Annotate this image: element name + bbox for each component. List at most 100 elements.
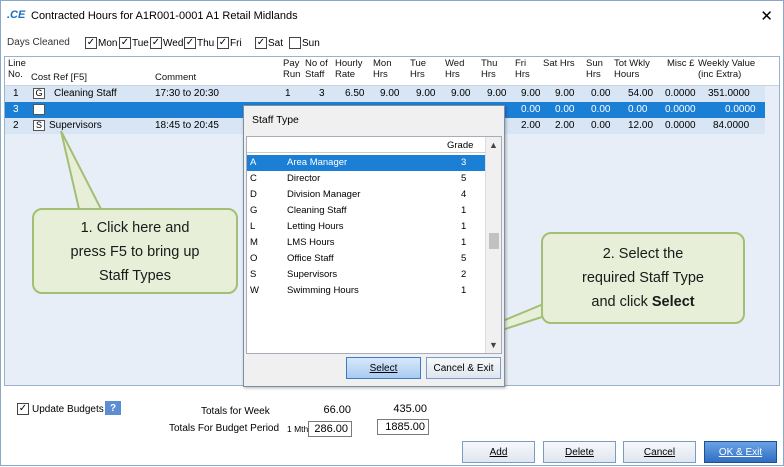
cell-code[interactable] xyxy=(33,104,45,118)
day-checkbox-wed[interactable]: Wed xyxy=(150,35,183,51)
scroll-down-icon[interactable]: ▼ xyxy=(489,340,498,350)
cell-code[interactable]: S xyxy=(33,120,45,131)
cell-misc[interactable]: 0.0000 xyxy=(665,88,696,99)
item-code: D xyxy=(250,189,257,200)
cancel-button[interactable]: Cancel xyxy=(623,441,696,463)
checkbox-icon[interactable] xyxy=(184,37,196,49)
update-budgets-checkbox[interactable]: Update Budgets xyxy=(17,403,104,415)
day-label: Wed xyxy=(163,37,184,49)
cell-tue[interactable]: 9.00 xyxy=(416,88,435,99)
cell-sun[interactable]: 0.00 xyxy=(591,104,610,115)
day-label: Mon xyxy=(98,37,118,49)
checkbox-icon[interactable] xyxy=(85,37,97,49)
scroll-thumb[interactable] xyxy=(489,233,499,249)
cell-sat[interactable]: 9.00 xyxy=(555,88,574,99)
cell-no-staff[interactable]: 3 xyxy=(319,88,325,99)
item-grade: 5 xyxy=(461,173,467,184)
cell-tot: 0.00 xyxy=(628,104,648,115)
cell-misc[interactable]: 0.0000 xyxy=(665,120,696,131)
grid-header: Line No. Cost Ref [F5] Comment Pay Run N… xyxy=(5,57,779,86)
callout-step-one: 1. Click here and press F5 to bring up S… xyxy=(32,208,238,294)
cell-line: 1 xyxy=(13,88,19,99)
list-item[interactable]: D Division Manager 4 xyxy=(247,187,485,203)
header-tot-wkly: Tot Wkly Hours xyxy=(614,58,650,80)
day-checkbox-mon[interactable]: Mon xyxy=(85,35,117,51)
select-button[interactable]: Select xyxy=(346,357,421,379)
list-item[interactable]: L Letting Hours 1 xyxy=(247,219,485,235)
contracted-hours-window: .CE Contracted Hours for A1R001-0001 A1 … xyxy=(0,0,784,466)
cost-ref-code-box[interactable] xyxy=(33,104,45,115)
cell-comment[interactable]: 18:45 to 20:45 xyxy=(155,120,219,131)
checkbox-icon[interactable] xyxy=(150,37,162,49)
item-name: Office Staff xyxy=(287,253,334,264)
close-icon[interactable]: ✕ xyxy=(760,7,773,25)
cost-ref-code-box[interactable]: G xyxy=(33,88,45,99)
checkbox-icon[interactable] xyxy=(17,403,29,415)
checkbox-icon[interactable] xyxy=(255,37,267,49)
cell-value: 84.0000 xyxy=(713,120,750,131)
budget-value-field[interactable]: 1885.00 xyxy=(377,419,429,435)
cell-misc[interactable]: 0.0000 xyxy=(665,104,696,115)
list-item[interactable]: M LMS Hours 1 xyxy=(247,235,485,251)
item-code: W xyxy=(250,285,259,296)
callout-two-prefix: and click xyxy=(591,294,652,310)
header-tue: Tue Hrs xyxy=(410,58,427,80)
header-wed: Wed Hrs xyxy=(445,58,465,80)
day-checkbox-fri[interactable]: Fri xyxy=(217,35,242,51)
cancel-label: Cancel xyxy=(643,446,676,458)
totals-week-label: Totals for Week xyxy=(201,406,270,417)
day-checkbox-thu[interactable]: Thu xyxy=(184,35,214,51)
list-item[interactable]: G Cleaning Staff 1 xyxy=(247,203,485,219)
day-checkbox-tue[interactable]: Tue xyxy=(119,35,149,51)
cell-sat[interactable]: 0.00 xyxy=(555,104,574,115)
cell-fri[interactable]: 9.00 xyxy=(521,88,540,99)
list-item[interactable]: O Office Staff 5 xyxy=(247,251,485,267)
header-misc: Misc £ xyxy=(667,58,695,69)
table-row[interactable]: 1 G Cleaning Staff 17:30 to 20:30 1 3 6.… xyxy=(5,86,765,102)
cost-ref-code-box[interactable]: S xyxy=(33,120,45,131)
cell-sat[interactable]: 2.00 xyxy=(555,120,574,131)
cell-wed[interactable]: 9.00 xyxy=(451,88,470,99)
cell-pay-run[interactable]: 1 xyxy=(285,88,291,99)
item-grade: 1 xyxy=(461,205,467,216)
item-grade: 1 xyxy=(461,237,467,248)
cell-fri[interactable]: 2.00 xyxy=(521,120,540,131)
day-checkbox-sat[interactable]: Sat xyxy=(255,35,283,51)
scroll-up-icon[interactable]: ▲ xyxy=(489,140,498,150)
checkbox-icon[interactable] xyxy=(289,37,301,49)
cell-fri[interactable]: 0.00 xyxy=(521,104,540,115)
list-item[interactable]: W Swimming Hours 1 xyxy=(247,283,485,299)
callout-one-line2: press F5 to bring up xyxy=(70,244,200,260)
ok-exit-button[interactable]: OK & Exit xyxy=(704,441,777,463)
list-item[interactable]: C Director 5 xyxy=(247,171,485,187)
cell-cost-ref: Supervisors xyxy=(49,120,102,131)
grade-header: Grade xyxy=(447,140,474,151)
checkbox-icon[interactable] xyxy=(119,37,131,49)
delete-button[interactable]: Delete xyxy=(543,441,616,463)
add-button[interactable]: Add xyxy=(462,441,535,463)
header-hourly-rate: Hourly Rate xyxy=(335,58,363,80)
staff-type-dialog: Staff Type Grade A Area Manager 3 C Directo… xyxy=(243,105,505,387)
day-checkbox-sun[interactable]: Sun xyxy=(289,35,320,51)
list-item[interactable]: S Supervisors 2 xyxy=(247,267,485,283)
list-item[interactable]: A Area Manager 3 xyxy=(247,155,485,171)
cancel-exit-button[interactable]: Cancel & Exit xyxy=(426,357,501,379)
cell-sun[interactable]: 0.00 xyxy=(591,88,610,99)
cell-code[interactable]: G xyxy=(33,88,45,99)
cell-sun[interactable]: 0.00 xyxy=(591,120,610,131)
budget-hours-field[interactable]: 286.00 xyxy=(308,421,352,437)
cell-mon[interactable]: 9.00 xyxy=(380,88,399,99)
list-scrollbar[interactable]: ▲ ▼ xyxy=(485,137,501,353)
help-icon[interactable]: ? xyxy=(105,401,121,415)
totals-week-value: 435.00 xyxy=(393,403,427,415)
cell-rate[interactable]: 6.50 xyxy=(345,88,364,99)
cell-comment[interactable]: 17:30 to 20:30 xyxy=(155,88,219,99)
checkbox-icon[interactable] xyxy=(217,37,229,49)
item-name: Letting Hours xyxy=(287,221,344,232)
item-code: O xyxy=(250,253,258,264)
callout-two-line2: required Staff Type xyxy=(582,270,704,286)
staff-type-list[interactable]: Grade A Area Manager 3 C Director 5 D Divisio… xyxy=(246,136,502,354)
cell-thu[interactable]: 9.00 xyxy=(487,88,506,99)
footer: Update Budgets ? Totals for Week 66.00 4… xyxy=(1,395,783,465)
item-name: Cleaning Staff xyxy=(287,205,347,216)
